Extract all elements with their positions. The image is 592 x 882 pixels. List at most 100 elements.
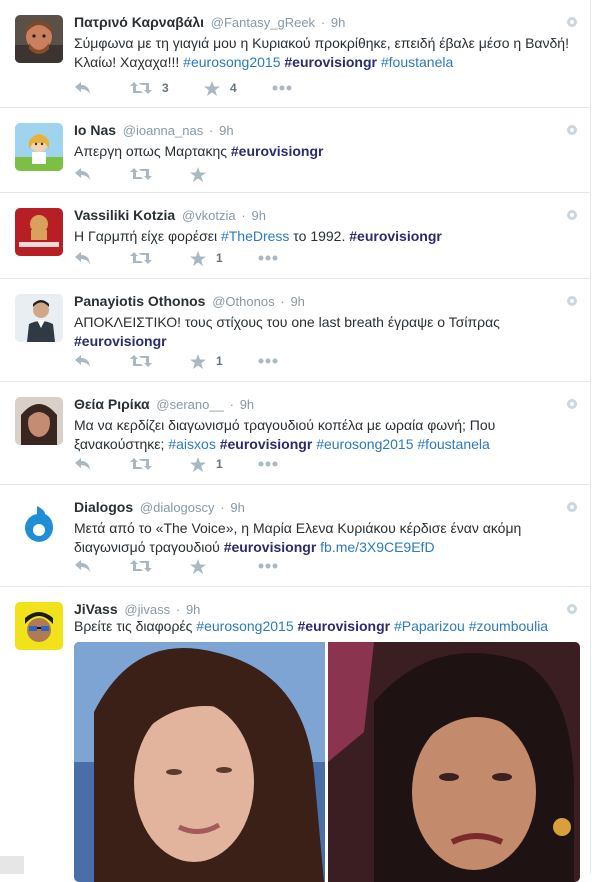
tweet[interactable]: Vassiliki Kotzia @vkotzia · 9h Η Γαρμπή … [0, 193, 590, 279]
favorite-button[interactable] [190, 557, 206, 575]
tweet[interactable]: Io Nas @ioanna_nas · 9h Απεργη οπως Μαρτ… [0, 108, 590, 193]
fullname[interactable]: Θεία Ριρίκα [74, 396, 150, 412]
globe-icon[interactable] [566, 501, 578, 513]
hashtag[interactable]: #foustanela [417, 436, 489, 452]
reply-button[interactable] [74, 455, 92, 473]
ellipsis-icon [258, 461, 278, 467]
reply-icon [75, 252, 90, 264]
reply-icon [75, 355, 90, 367]
fullname[interactable]: Panayiotis Othonos [74, 293, 205, 309]
hashtag[interactable]: #eurosong2015 [196, 618, 293, 634]
tweet-text-plain: Βρείτε τις διαφορές [74, 618, 197, 634]
tweet[interactable]: Πατρινό Καρναβάλι @Fantasy_gReek · 9h Σύ… [0, 0, 590, 108]
tweet-header: Io Nas @ioanna_nas · 9h [74, 122, 234, 138]
tweet-text: ΑΠΟΚΛΕΙΣΤΙΚΟ! τους στίχους του one last … [74, 313, 579, 351]
username[interactable]: @jivass [124, 602, 170, 617]
timestamp[interactable]: 9h [290, 294, 304, 309]
timestamp[interactable]: 9h [186, 602, 200, 617]
timestamp[interactable]: 9h [331, 15, 345, 30]
username[interactable]: @Othonos [212, 294, 274, 309]
ellipsis-icon [258, 358, 278, 364]
avatar[interactable] [15, 15, 63, 63]
hashtag[interactable]: #eurovisiongr [224, 539, 317, 555]
fullname[interactable]: Vassiliki Kotzia [74, 207, 175, 223]
fullname[interactable]: Dialogos [74, 499, 133, 515]
avatar[interactable] [15, 602, 63, 650]
fullname[interactable]: Πατρινό Καρναβάλι [74, 14, 204, 30]
more-button[interactable] [258, 352, 278, 370]
more-button[interactable] [258, 455, 278, 473]
hashtag[interactable]: #eurovisiongr [298, 618, 391, 634]
avatar[interactable] [15, 294, 63, 342]
fullname[interactable]: JiVass [74, 601, 118, 617]
hashtag[interactable]: #eurosong2015 [316, 436, 413, 452]
more-button[interactable] [258, 557, 278, 575]
username[interactable]: @vkotzia [182, 208, 236, 223]
hashtag[interactable]: #TheDress [221, 228, 289, 244]
hashtag[interactable]: #Paparizou [394, 618, 465, 634]
reply-button[interactable] [74, 557, 92, 575]
reply-button[interactable] [74, 79, 92, 97]
reply-button[interactable] [74, 249, 92, 267]
retweet-icon [130, 82, 152, 94]
star-icon [190, 456, 206, 472]
retweet-button[interactable] [130, 249, 152, 267]
hashtag[interactable]: #aisxos [168, 436, 215, 452]
globe-icon[interactable] [566, 603, 578, 615]
globe-icon[interactable] [566, 209, 578, 221]
favorite-button[interactable]: 4 [204, 79, 237, 97]
favorite-button[interactable] [190, 165, 206, 183]
globe-icon[interactable] [566, 295, 578, 307]
tweet[interactable]: Θεία Ριρίκα @serano__ · 9h Μα να κερδίζε… [0, 382, 590, 485]
reply-button[interactable] [74, 352, 92, 370]
more-button[interactable] [272, 79, 292, 97]
favorite-count: 1 [216, 354, 223, 368]
favorite-button[interactable]: 1 [190, 352, 223, 370]
avatar[interactable] [15, 123, 63, 171]
hashtag[interactable]: #eurovisiongr [231, 143, 324, 159]
retweet-button[interactable] [130, 455, 152, 473]
reply-button[interactable] [74, 165, 92, 183]
username[interactable]: @ioanna_nas [123, 123, 203, 138]
hashtag[interactable]: #foustanela [381, 54, 453, 70]
hashtag[interactable]: #eurovisiongr [349, 228, 442, 244]
retweet-button[interactable] [130, 165, 152, 183]
timestamp[interactable]: 9h [230, 500, 244, 515]
tweet-text: Σύμφωνα με τη γιαγιά μου η Κυριακού προκ… [74, 34, 579, 72]
tweet-media[interactable] [74, 642, 580, 882]
star-icon [190, 166, 206, 182]
timestamp[interactable]: 9h [240, 397, 254, 412]
globe-icon[interactable] [566, 16, 578, 28]
retweet-button[interactable] [130, 557, 152, 575]
hashtag[interactable]: #zoumboulia [469, 618, 548, 634]
more-button[interactable] [258, 249, 278, 267]
tweet-text: Απεργη οπως Μαρτακης #eurovisiongr [74, 142, 579, 161]
hashtag-bold: #eurovisiongr [219, 436, 313, 452]
favorite-button[interactable]: 1 [190, 249, 223, 267]
username[interactable]: @serano__ [156, 397, 223, 412]
hashtag[interactable]: #eurovisiongr [74, 333, 167, 349]
tweet[interactable]: JiVass @jivass · 9h Βρείτε τις διαφορές … [0, 587, 590, 882]
globe-icon[interactable] [566, 124, 578, 136]
avatar[interactable] [15, 397, 63, 445]
avatar[interactable] [15, 500, 63, 548]
avatar[interactable] [15, 208, 63, 256]
hashtag[interactable]: #eurosong2015 [183, 54, 280, 70]
star-icon [190, 250, 206, 266]
timestamp[interactable]: 9h [219, 123, 233, 138]
hashtag[interactable]: #eurovisiongr [220, 436, 313, 452]
star-icon [204, 80, 220, 96]
retweet-button[interactable]: 3 [130, 79, 169, 97]
tweet[interactable]: Dialogos @dialogoscy · 9h Μετά από το «T… [0, 485, 590, 587]
timestamp[interactable]: 9h [251, 208, 265, 223]
globe-icon[interactable] [566, 398, 578, 410]
favorite-button[interactable]: 1 [190, 455, 223, 473]
retweet-button[interactable] [130, 352, 152, 370]
username[interactable]: @dialogoscy [140, 500, 215, 515]
hashtag-bold: #eurovisiongr [284, 54, 377, 70]
hashtag[interactable]: #eurovisiongr [284, 54, 377, 70]
username[interactable]: @Fantasy_gReek [211, 15, 315, 30]
tweet[interactable]: Panayiotis Othonos @Othonos · 9h ΑΠΟΚΛΕΙ… [0, 279, 590, 382]
fullname[interactable]: Io Nas [74, 122, 116, 138]
tweet-link[interactable]: fb.me/3X9CE9EfD [320, 539, 434, 555]
